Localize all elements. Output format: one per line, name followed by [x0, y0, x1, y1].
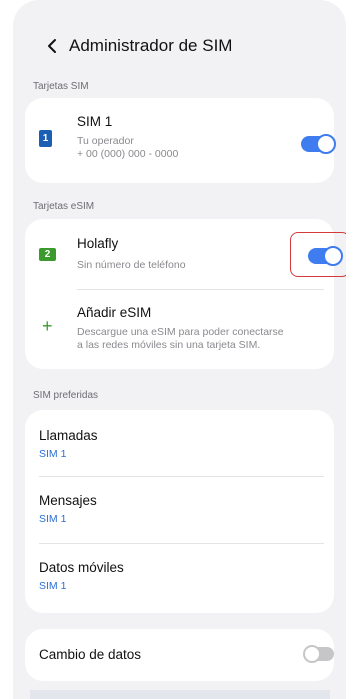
calls-label: Llamadas: [39, 428, 98, 443]
section-label-preferred: SIM preferidas: [33, 390, 99, 401]
toggle-knob: [303, 645, 321, 663]
esim-badge-icon: 2: [39, 248, 56, 261]
section-label-esim: Tarjetas eSIM: [33, 201, 95, 212]
sim1-toggle[interactable]: [301, 134, 336, 154]
plus-icon: +: [42, 316, 53, 336]
sim-card-panel: 1 SIM 1 Tu operador + 00 (000) 000 - 000…: [25, 98, 336, 183]
phone-screen: Administrador de SIM Tarjetas SIM 1 SIM …: [13, 0, 346, 699]
add-esim-desc-line2: a las redes móviles sin una tarjeta SIM.: [77, 339, 261, 351]
preferred-data-row[interactable]: Datos móviles SIM 1: [25, 544, 334, 613]
calls-value: SIM 1: [39, 448, 67, 460]
data-switch-label: Cambio de datos: [39, 647, 142, 662]
toggle-knob: [316, 134, 336, 154]
sim1-badge-icon: 1: [39, 130, 52, 147]
chevron-left-icon: [48, 39, 56, 53]
sim1-title: SIM 1: [77, 114, 113, 129]
esim-subtitle: Sin número de teléfono: [77, 259, 186, 271]
preferred-calls-row[interactable]: Llamadas SIM 1: [25, 410, 334, 476]
add-esim-row[interactable]: + Añadir eSIM Descargue una eSIM para po…: [25, 290, 334, 369]
messages-label: Mensajes: [39, 493, 97, 508]
data-switch-panel: Cambio de datos: [25, 629, 334, 681]
add-esim-title: Añadir eSIM: [77, 305, 152, 320]
sim1-carrier: Tu operador: [77, 135, 134, 147]
page-title: Administrador de SIM: [69, 36, 233, 55]
esim-holafly-row[interactable]: 2 Holafly Sin número de teléfono: [25, 219, 334, 289]
bottom-edge: [30, 690, 330, 699]
sim1-number: + 00 (000) 000 - 0000: [77, 148, 179, 160]
data-switch-toggle[interactable]: [303, 645, 334, 663]
preferred-messages-row[interactable]: Mensajes SIM 1: [25, 477, 334, 543]
section-label-sim: Tarjetas SIM: [33, 81, 89, 92]
mobile-data-value: SIM 1: [39, 580, 67, 592]
sim1-row[interactable]: 1 SIM 1 Tu operador + 00 (000) 000 - 000…: [25, 98, 334, 183]
toggle-highlight-box: [290, 232, 346, 277]
esim-card-panel: 2 Holafly Sin número de teléfono + Añadi…: [25, 219, 346, 369]
messages-value: SIM 1: [39, 513, 67, 525]
app-header: Administrador de SIM: [13, 28, 346, 64]
esim-title: Holafly: [77, 236, 119, 251]
add-esim-desc-line1: Descargue una eSIM para poder conectarse: [77, 326, 284, 338]
mobile-data-label: Datos móviles: [39, 560, 124, 575]
preferred-sim-panel: Llamadas SIM 1 Mensajes SIM 1 Datos móvi…: [25, 410, 334, 613]
back-button[interactable]: [39, 33, 65, 59]
